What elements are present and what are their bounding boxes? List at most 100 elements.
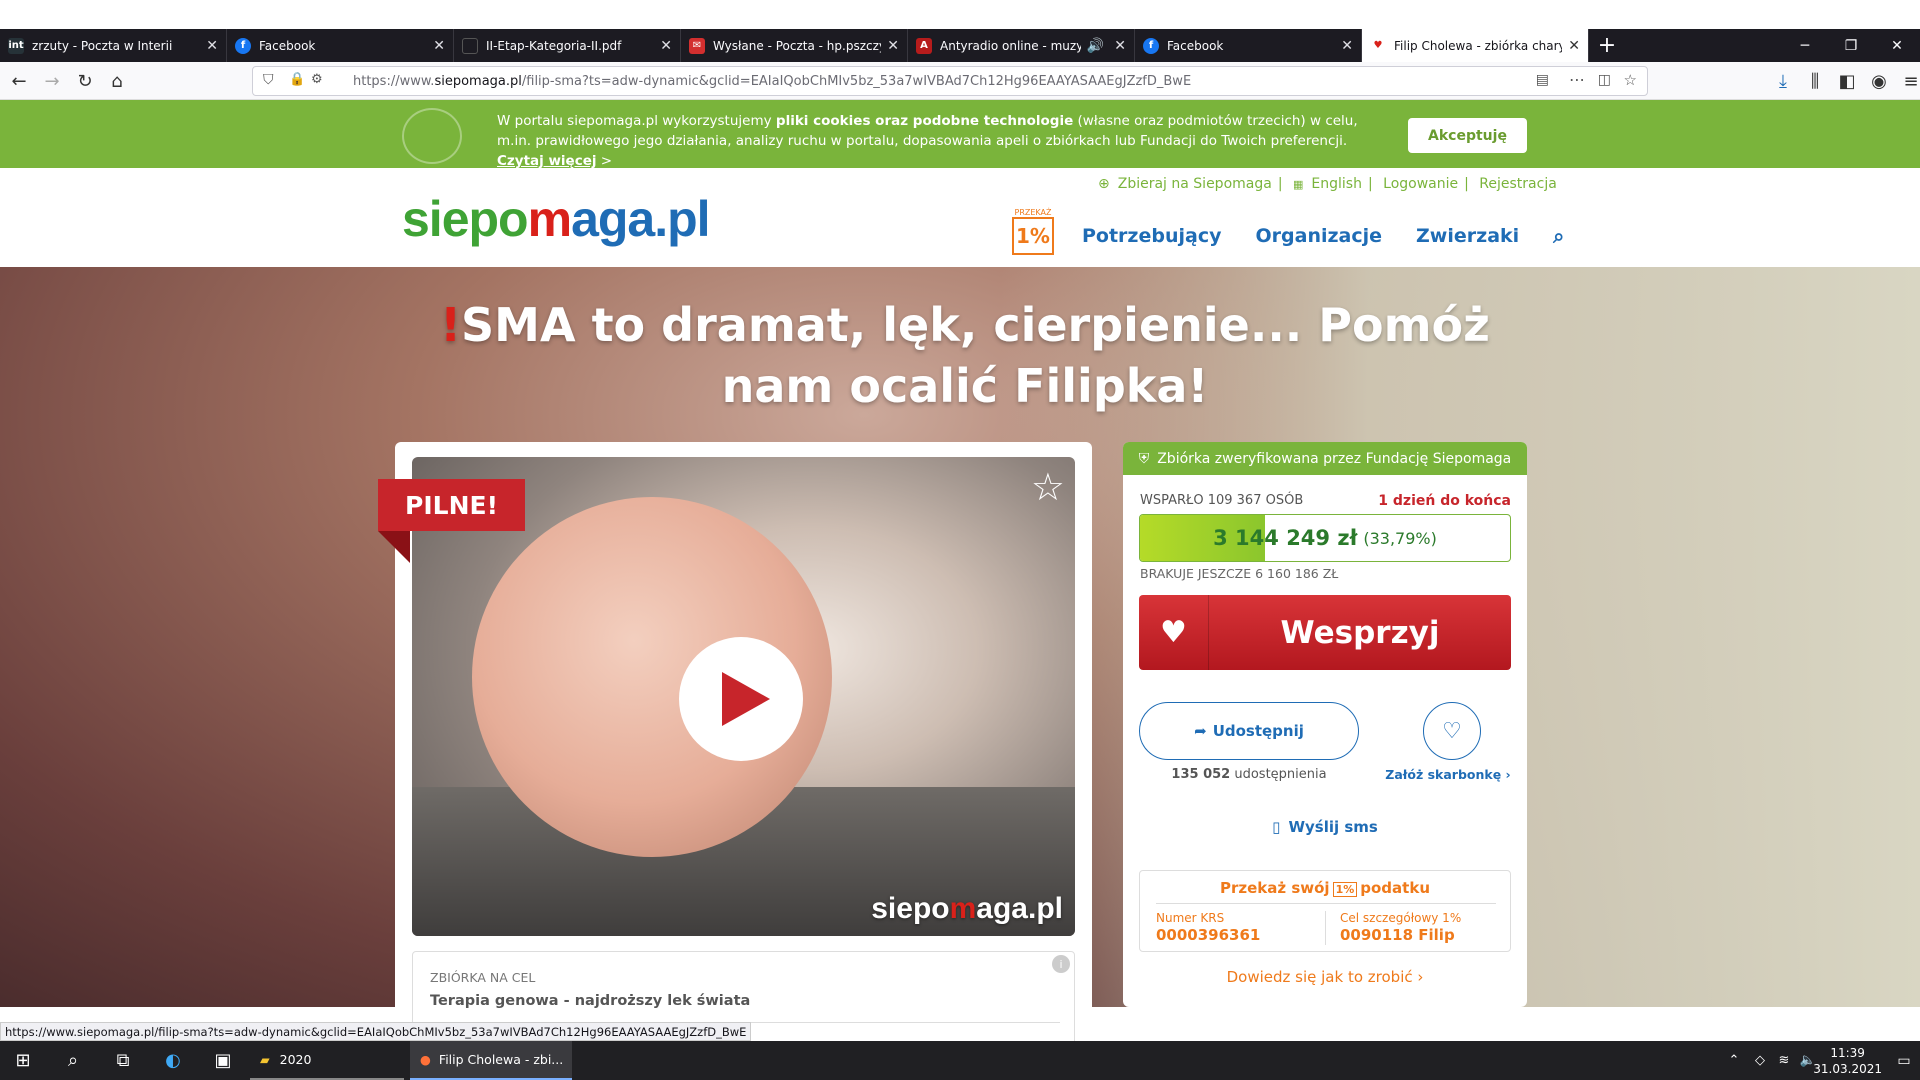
tax-box: Przekaż swój 1% podatku Numer KRS 00003963… [1139,870,1511,952]
forward-icon[interactable]: → [39,68,65,94]
register-link[interactable]: Rejestracja [1479,176,1557,192]
close-tab-icon[interactable]: ✕ [206,38,218,54]
facebook-favicon-icon: f [235,37,251,54]
browser-tab[interactable]: ✉ Wysłane - Poczta - hp.pszczyna ✕ [681,29,908,62]
back-icon[interactable]: ← [6,68,32,94]
accept-cookies-button[interactable]: Akceptuję [1408,118,1527,153]
windows-start-icon[interactable]: ⊞ [0,1041,46,1080]
nav-organizacje[interactable]: Organizacje [1256,225,1383,247]
reader-view-icon[interactable]: ▤ [1536,72,1549,88]
task-view-icon[interactable]: ⧉ [100,1041,146,1080]
wifi-icon[interactable]: ≋ [1772,1041,1796,1080]
close-window-icon[interactable]: ✕ [1874,29,1920,62]
lock-icon[interactable]: 🔒 [289,72,305,87]
cookie-text-a: W portalu siepomaga.pl wykorzystujemy [497,113,776,129]
info-icon[interactable]: i [1052,955,1070,973]
one-percent-badge[interactable]: 1% [1012,217,1054,255]
account-icon[interactable]: ◉ [1866,68,1892,94]
tray-chevron-icon[interactable]: ⌃ [1722,1041,1746,1080]
play-button[interactable] [679,637,803,761]
wm-c: aga.pl [976,892,1063,925]
url-bar[interactable]: ⛉ 🔒 ⚙ https://www.siepomaga.pl/filip-sma… [252,66,1648,96]
tab-title: Filip Cholewa - zbiórka charytatywna [1394,38,1562,53]
verified-banner: ⛨ Zbiórka zweryfikowana przez Fundację Si… [1123,442,1527,475]
support-button[interactable]: ♥ Wesprzyj [1139,595,1511,670]
close-tab-icon[interactable]: ✕ [433,38,445,54]
close-tab-icon[interactable]: ✕ [887,38,899,54]
notifications-icon[interactable]: ▭ [1888,1041,1920,1080]
menu-icon[interactable]: ≡ [1898,68,1920,94]
browser-tab[interactable]: f Facebook ✕ [227,29,454,62]
collect-link[interactable]: Zbieraj na Siepomaga [1118,176,1272,192]
mail-favicon-icon: ✉ [689,37,705,54]
siepomaga-logo[interactable]: siepomaga.pl [402,190,711,248]
urgent-ribbon: PILNE! [378,479,525,531]
tax-heading: Przekaż swój 1% podatku [1140,879,1510,897]
nav-potrzebujacy[interactable]: Potrzebujący [1082,225,1222,247]
clock[interactable]: 11:39 31.03.2021 [1813,1045,1882,1077]
speaker-icon[interactable]: 🔊 [1087,38,1104,54]
restore-icon[interactable]: ❐ [1828,29,1874,62]
taskbar-app-firefox[interactable]: ● Filip Cholewa - zbi... [410,1041,572,1080]
library-icon[interactable]: ⫼ [1802,68,1828,94]
store-icon[interactable]: ▣ [200,1041,246,1080]
edge-icon[interactable]: ◐ [150,1041,196,1080]
cookie-read-more-link[interactable]: Czytaj więcej [497,153,597,169]
minimize-icon[interactable]: ─ [1782,29,1828,62]
percent-raised: (33,79%) [1363,528,1437,548]
learn-more-link[interactable]: Dowiedz się jak to zrobić › [1123,968,1527,986]
share-arrow-icon: ➦ [1194,722,1207,740]
page-actions-icon[interactable]: ⋯ [1569,70,1585,89]
logo-part-a: siepo [402,191,529,247]
tax-badge: 1% [1332,882,1358,897]
taskbar-app-folder[interactable]: ▰ 2020 [250,1041,404,1080]
login-link[interactable]: Logowanie [1383,176,1458,192]
browser-tab[interactable]: f Facebook ✕ [1135,29,1362,62]
tab-bar: int zrzuty - Poczta w Interii ✕ f Facebo… [0,29,1920,62]
close-tab-icon[interactable]: ✕ [1114,38,1126,54]
share-button[interactable]: ➦ Udostępnij [1139,702,1359,760]
amount-missing: BRAKUJE JESZCZE 6 160 186 ZŁ [1140,566,1339,581]
sidebar-icon[interactable]: ◧ [1834,68,1860,94]
network-icon[interactable]: ◇ [1748,1041,1772,1080]
reload-icon[interactable]: ↻ [72,68,98,94]
english-link[interactable]: English [1311,176,1362,192]
window-controls: ─ ❐ ✕ [1782,29,1920,62]
verified-text: Zbiórka zweryfikowana przez Fundację Sie… [1157,450,1512,467]
piggy-bank-icon[interactable]: ♡ [1423,702,1481,760]
url-text[interactable]: https://www.siepomaga.pl/filip-sma?ts=ad… [353,74,1191,89]
browser-tab-active[interactable]: ♥ Filip Cholewa - zbiórka charytatywna ✕ [1362,29,1589,62]
browser-tab[interactable]: int zrzuty - Poczta w Interii ✕ [0,29,227,62]
search-icon[interactable]: ⌕ [1553,224,1564,248]
heart-hands-icon: ♥ [1139,595,1209,670]
create-piggy-link[interactable]: Załóż skarbonkę › [1373,767,1523,782]
divider [1156,903,1496,904]
tab-title: Antyradio online - muzyczne [940,38,1081,53]
favorite-star-icon[interactable]: ☆ [1031,465,1065,509]
tab-title: Facebook [259,38,316,53]
share-label: Udostępnij [1212,722,1304,740]
status-url: https://www.siepomaga.pl/filip-sma?ts=ad… [0,1022,752,1041]
firefox-icon: ● [420,1052,431,1067]
pocket-icon[interactable]: ◫ [1598,72,1611,88]
phone-icon: ▯ [1272,818,1281,836]
home-icon[interactable]: ⌂ [104,68,130,94]
permissions-icon[interactable]: ⚙ [311,72,323,87]
close-tab-icon[interactable]: ✕ [660,38,672,54]
browser-tab[interactable]: A Antyradio online - muzyczne 🔊 ✕ [908,29,1135,62]
close-tab-icon[interactable]: ✕ [1341,38,1353,54]
progress-text: 3 144 249 zł (33,79%) [1140,515,1510,561]
taskbar: ⊞ ⌕ ⧉ ◐ ▣ ▰ 2020 ● Filip Cholewa - zbi... … [0,1041,1920,1080]
new-tab-button[interactable]: + [1589,29,1625,62]
progress-bar: 3 144 249 zł (33,79%) [1139,514,1511,562]
bookmark-star-icon[interactable]: ☆ [1624,71,1637,89]
tax-heading-b: podatku [1360,879,1430,897]
send-sms-link[interactable]: ▯ Wyślij sms [1123,818,1527,836]
nav-zwierzaki[interactable]: Zwierzaki [1416,225,1519,247]
browser-tab[interactable]: II-Etap-Kategoria-II.pdf ✕ [454,29,681,62]
shield-check-icon: ⛨ [1138,450,1150,467]
tracking-shield-icon[interactable]: ⛉ [263,72,274,88]
downloads-icon[interactable]: ⤓ [1770,68,1796,94]
search-icon[interactable]: ⌕ [50,1041,96,1080]
close-tab-icon[interactable]: ✕ [1568,38,1580,54]
